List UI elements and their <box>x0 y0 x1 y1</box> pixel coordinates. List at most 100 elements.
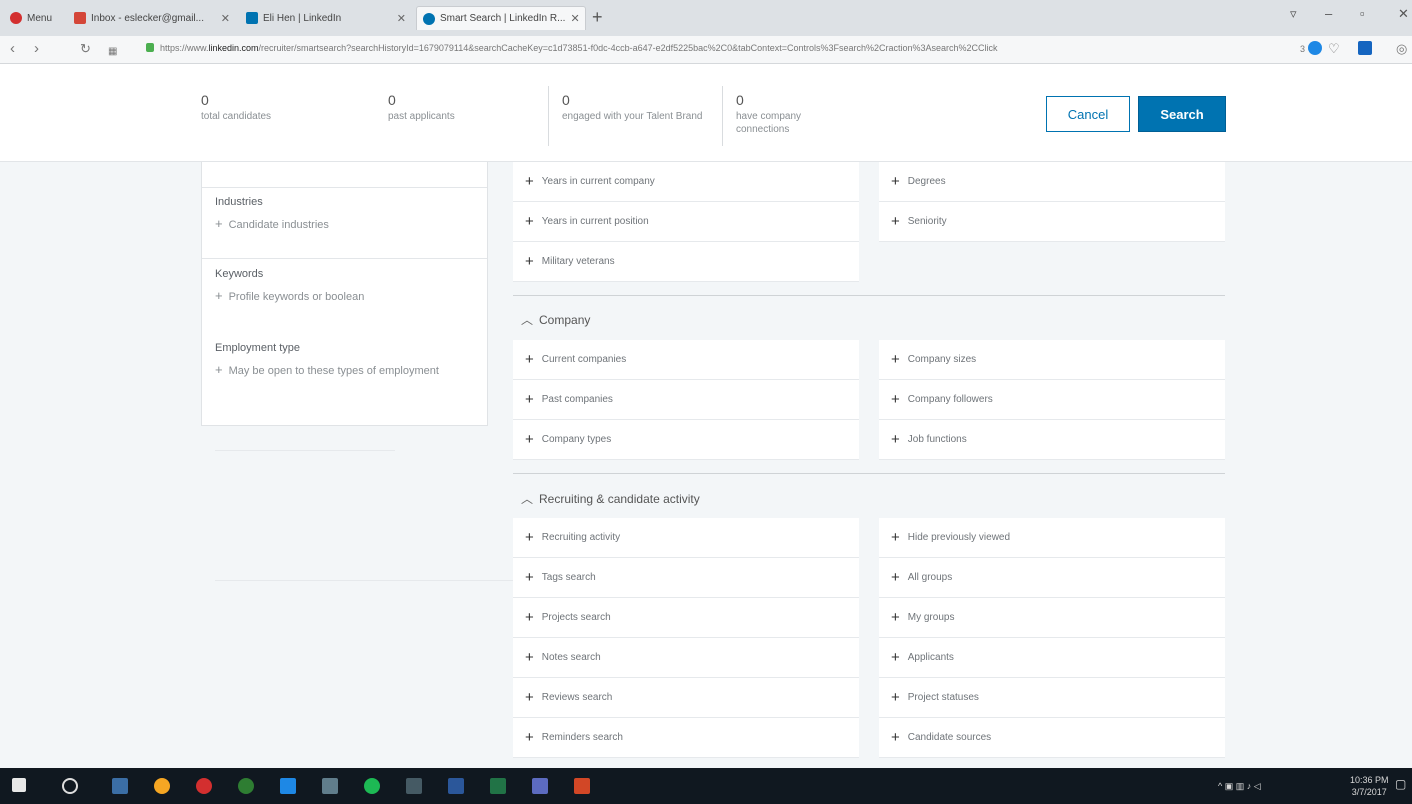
maximize-icon[interactable]: ▫ <box>1360 6 1365 21</box>
forward-icon[interactable]: › <box>34 40 39 58</box>
reload-icon[interactable]: ↻ <box>80 40 91 58</box>
employment-type-section: Employment type + May be open to these ty… <box>202 342 442 379</box>
recruiting-filter-row[interactable]: + Reviews search <box>513 678 859 718</box>
tray-icons[interactable]: ^ ▣ ▥ ♪ ◁ <box>1218 780 1261 792</box>
filter-label: Years in current position <box>541 216 649 227</box>
recruiting-filter-row[interactable]: + Applicants <box>879 638 1225 678</box>
section-title: Keywords <box>215 268 264 280</box>
tab-gmail[interactable]: Inbox - eslecker@gmail... ✕ <box>68 6 236 30</box>
recruiting-filter-row[interactable]: + Reminders search <box>513 718 859 758</box>
plus-icon: + <box>891 391 900 408</box>
cortana-icon[interactable] <box>62 778 78 794</box>
company-section-header[interactable]: ︿ Company <box>521 311 590 328</box>
address-bar: ‹ › ↻ ▦ https://www.linkedin.com/recruit… <box>0 36 1412 64</box>
tab-label: Menu <box>27 12 53 24</box>
close-icon[interactable]: ✕ <box>221 12 230 25</box>
top-filter-row[interactable]: + Years in current company <box>513 162 859 202</box>
recruiting-filter-row[interactable]: + Project statuses <box>879 678 1225 718</box>
plus-icon: + <box>525 431 534 448</box>
recruiting-section-header[interactable]: ︿ Recruiting & candidate activity <box>521 490 700 507</box>
download-icon[interactable]: ◎ <box>1396 40 1407 58</box>
cancel-button[interactable]: Cancel <box>1046 96 1130 132</box>
stat-number: 0 <box>736 92 744 108</box>
opera-icon[interactable] <box>196 778 212 794</box>
top-filter-row[interactable]: + Degrees <box>879 162 1225 202</box>
new-tab-button[interactable]: + <box>592 6 603 28</box>
close-icon[interactable]: ✕ <box>570 12 579 25</box>
chrome-icon[interactable] <box>154 778 170 794</box>
recruiting-filter-row[interactable]: + My groups <box>879 598 1225 638</box>
clock[interactable]: 10:36 PM 3/7/2017 <box>1350 774 1389 798</box>
top-filter-row[interactable]: + Years in current position <box>513 202 859 242</box>
company-filter-row[interactable]: + Company types <box>513 420 859 460</box>
divider <box>202 187 487 188</box>
filter-label: Recruiting activity <box>541 532 621 543</box>
company-filter-row[interactable]: + Past companies <box>513 380 859 420</box>
filter-label: Notes search <box>541 652 601 663</box>
filter-label: Applicants <box>907 652 954 663</box>
linkedin-icon <box>246 12 258 24</box>
tab-linkedin-profile[interactable]: Eli Hen | LinkedIn ✕ <box>240 6 412 30</box>
back-icon[interactable]: ‹ <box>10 40 15 58</box>
app-icon[interactable] <box>532 778 548 794</box>
recruiting-filter-row[interactable]: + Notes search <box>513 638 859 678</box>
browser-tab-bar: Menu Inbox - eslecker@gmail... ✕ Eli Hen… <box>0 0 1412 36</box>
app-extension-icon[interactable] <box>1358 41 1372 55</box>
add-industries-button[interactable]: + Candidate industries <box>215 216 487 233</box>
heart-icon[interactable]: ♡ <box>1328 40 1340 58</box>
industries-section: Industries + Candidate industries <box>202 196 487 233</box>
opera-icon <box>10 12 22 24</box>
top-filter-row[interactable]: + Military veterans <box>513 242 859 282</box>
recruiting-filter-row[interactable]: + Projects search <box>513 598 859 638</box>
add-employment-type-button[interactable]: + May be open to these types of employmen… <box>215 362 442 379</box>
search-button[interactable]: Search <box>1138 96 1226 132</box>
store-icon[interactable] <box>406 778 422 794</box>
stat-number: 0 <box>388 92 396 108</box>
excel-icon[interactable] <box>490 778 506 794</box>
top-filter-row[interactable]: + Seniority <box>879 202 1225 242</box>
recruiting-filter-row[interactable]: + Hide previously viewed <box>879 518 1225 558</box>
close-icon[interactable]: ✕ <box>397 12 406 25</box>
company-filter-row[interactable]: + Company sizes <box>879 340 1225 380</box>
filter-label: Job functions <box>907 434 967 445</box>
recruiting-filter-row[interactable]: + Recruiting activity <box>513 518 859 558</box>
spotify-icon[interactable] <box>364 778 380 794</box>
tab-label: Eli Hen | LinkedIn <box>263 12 342 24</box>
notifications-icon[interactable]: ▢ <box>1395 778 1406 790</box>
app-icon[interactable] <box>238 778 254 794</box>
filter-label: All groups <box>907 572 953 583</box>
section-title: Employment type <box>215 342 300 354</box>
company-filter-row[interactable]: + Current companies <box>513 340 859 380</box>
minimize-icon[interactable]: – <box>1325 6 1332 21</box>
plus-icon: + <box>891 351 900 368</box>
stat-engaged-talent-brand: 0 engaged with your Talent Brand <box>562 92 712 123</box>
filter-label: My groups <box>907 612 955 623</box>
task-view-icon[interactable] <box>112 778 128 794</box>
company-filter-row[interactable]: + Company followers <box>879 380 1225 420</box>
powerpoint-icon[interactable] <box>574 778 590 794</box>
edge-icon[interactable] <box>280 778 296 794</box>
recruiting-filter-row[interactable]: + Candidate sources <box>879 718 1225 758</box>
recruiting-filter-row[interactable]: + Tags search <box>513 558 859 598</box>
windows-start-icon[interactable] <box>12 778 26 792</box>
tab-menu-icon[interactable]: ▿ <box>1290 6 1297 22</box>
background-placeholder <box>215 580 515 581</box>
stat-label: engaged with your Talent Brand <box>562 111 703 122</box>
clock-date: 3/7/2017 <box>1351 787 1387 797</box>
plus-icon: + <box>891 431 900 448</box>
extension-icon[interactable] <box>1308 41 1322 55</box>
word-icon[interactable] <box>448 778 464 794</box>
add-keywords-button[interactable]: + Profile keywords or boolean <box>215 288 487 305</box>
url-field[interactable]: https://www.linkedin.com/recruiter/smart… <box>160 43 1320 53</box>
windows-taskbar: ^ ▣ ▥ ♪ ◁ 10:36 PM 3/7/2017 ▢ <box>0 768 1412 804</box>
file-explorer-icon[interactable] <box>322 778 338 794</box>
filter-label: Company sizes <box>907 354 977 365</box>
tab-smart-search[interactable]: Smart Search | LinkedIn R... ✕ <box>416 6 586 30</box>
company-filter-row[interactable]: + Job functions <box>879 420 1225 460</box>
speed-dial-icon[interactable]: ▦ <box>108 43 117 61</box>
recruiting-filter-row[interactable]: + All groups <box>879 558 1225 598</box>
close-window-icon[interactable]: ✕ <box>1398 6 1409 22</box>
stat-number: 0 <box>201 92 209 108</box>
tab-menu[interactable]: Menu <box>4 6 64 30</box>
tab-label: Smart Search | LinkedIn R... <box>440 13 566 24</box>
